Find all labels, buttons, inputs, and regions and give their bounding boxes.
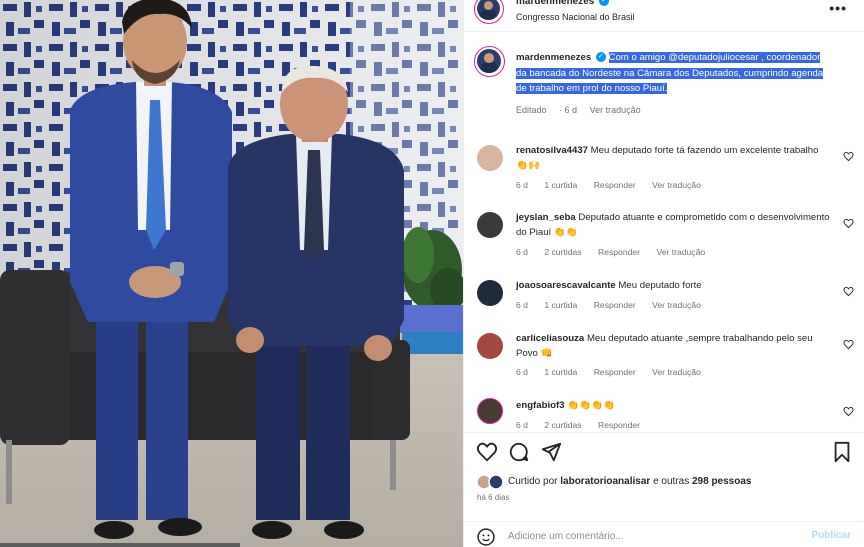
more-options-button[interactable]: ••• bbox=[829, 0, 847, 16]
heart-icon[interactable] bbox=[843, 406, 854, 417]
heart-icon[interactable] bbox=[843, 151, 854, 162]
reply-button[interactable]: Responder bbox=[598, 420, 640, 430]
comment-icon[interactable] bbox=[508, 441, 530, 463]
comment-body: Meu deputado forte bbox=[618, 280, 702, 291]
likes-count[interactable]: 298 pessoas bbox=[692, 476, 752, 487]
likers-avatars[interactable] bbox=[476, 474, 506, 490]
comment-like-count[interactable]: 1 curtida bbox=[544, 300, 577, 310]
comment-text: carliceliasouza Meu deputado atuante ,se… bbox=[516, 331, 831, 361]
emoji-icon[interactable] bbox=[476, 527, 496, 547]
commenter-username[interactable]: jeyslan_seba bbox=[516, 212, 576, 223]
bookmark-icon[interactable] bbox=[831, 441, 853, 463]
caption-edited: Editado · 6 d bbox=[516, 104, 578, 115]
likes-summary[interactable]: Curtido por laboratorioanalisar e outras… bbox=[508, 476, 751, 487]
reply-button[interactable]: Responder bbox=[594, 367, 636, 377]
verified-badge-icon: ✓ bbox=[595, 52, 606, 63]
verified-badge-icon: ✓ bbox=[599, 0, 610, 7]
caption-username[interactable]: mardenmenezes bbox=[516, 52, 591, 63]
reply-button[interactable]: Responder bbox=[598, 247, 640, 257]
commenter-username[interactable]: engfabiof3 bbox=[516, 400, 565, 411]
commenter-avatar[interactable] bbox=[477, 333, 503, 359]
comment-meta: 6 d 2 curtidas Responder bbox=[516, 420, 654, 430]
comment-age: 6 d bbox=[516, 420, 528, 430]
commenter-username[interactable]: carliceliasouza bbox=[516, 333, 584, 344]
publish-button[interactable]: Publicar bbox=[812, 530, 851, 541]
commenter-avatar[interactable] bbox=[477, 398, 503, 424]
like-heart-icon[interactable] bbox=[476, 441, 498, 463]
comment-age: 6 d bbox=[516, 247, 528, 257]
post-header: mardenmenezes ✓ Congresso Nacional do Br… bbox=[464, 0, 864, 32]
commenter-avatar[interactable] bbox=[477, 280, 503, 306]
author-avatar[interactable] bbox=[474, 0, 504, 24]
comment-age: 6 d bbox=[516, 180, 528, 190]
comment-like-count[interactable]: 1 curtida bbox=[544, 367, 577, 377]
post-panel: mardenmenezes ✓ Congresso Nacional do Br… bbox=[463, 0, 864, 547]
caption-text-block: mardenmenezes ✓ Com o amigo @deputadojul… bbox=[516, 50, 831, 118]
comment-text: renatosilva4437 Meu deputado forte tá fa… bbox=[516, 143, 831, 173]
comment-text: joaosoarescavalcante Meu deputado forte bbox=[516, 278, 831, 293]
comment-like-count[interactable]: 2 curtidas bbox=[544, 420, 581, 430]
reply-button[interactable]: Responder bbox=[594, 180, 636, 190]
translate-link[interactable]: Ver tradução bbox=[652, 300, 701, 310]
comment-like-count[interactable]: 1 curtida bbox=[544, 180, 577, 190]
post-date: há 6 dias bbox=[477, 493, 510, 502]
post-location[interactable]: Congresso Nacional do Brasil bbox=[516, 12, 635, 22]
comment-input[interactable] bbox=[508, 525, 788, 547]
author-username[interactable]: mardenmenezes ✓ bbox=[516, 0, 610, 7]
commenter-avatar[interactable] bbox=[477, 145, 503, 171]
comment-age: 6 d bbox=[516, 367, 528, 377]
comment-meta: 6 d 1 curtida Responder Ver tradução bbox=[516, 367, 715, 377]
comment-text: engfabiof3 👏👏👏👏 bbox=[516, 398, 831, 413]
heart-icon[interactable] bbox=[843, 286, 854, 297]
comment-age: 6 d bbox=[516, 300, 528, 310]
caption-avatar[interactable] bbox=[474, 46, 505, 77]
heart-icon[interactable] bbox=[843, 218, 854, 229]
commenter-username[interactable]: renatosilva4437 bbox=[516, 145, 588, 156]
add-comment-bar: Publicar bbox=[464, 521, 864, 547]
caption-meta: Editado · 6 d Ver tradução bbox=[516, 103, 831, 119]
comment-meta: 6 d 2 curtidas Responder Ver tradução bbox=[516, 247, 719, 257]
share-icon[interactable] bbox=[540, 441, 562, 463]
post-actions: Curtido por laboratorioanalisar e outras… bbox=[464, 432, 864, 547]
comment-meta: 6 d 1 curtida Responder Ver tradução bbox=[516, 180, 715, 190]
liker-username[interactable]: laboratorioanalisar bbox=[560, 476, 650, 487]
translate-link[interactable]: Ver tradução bbox=[656, 247, 705, 257]
author-username-text[interactable]: mardenmenezes bbox=[516, 0, 594, 7]
reply-button[interactable]: Responder bbox=[594, 300, 636, 310]
commenter-username[interactable]: joaosoarescavalcante bbox=[516, 280, 616, 291]
post-photo[interactable] bbox=[0, 0, 463, 547]
comment-meta: 6 d 1 curtida Responder Ver tradução bbox=[516, 300, 715, 310]
comment-like-count[interactable]: 2 curtidas bbox=[544, 247, 581, 257]
heart-icon[interactable] bbox=[843, 339, 854, 350]
translate-link[interactable]: Ver tradução bbox=[652, 367, 701, 377]
comment-body: 👏👏👏👏 bbox=[567, 400, 615, 411]
commenter-avatar[interactable] bbox=[477, 212, 503, 238]
post-photo-illustration bbox=[0, 0, 463, 547]
caption-translate-link[interactable]: Ver tradução bbox=[590, 105, 641, 115]
comment-text: jeyslan_seba Deputado atuante e comprome… bbox=[516, 210, 831, 240]
translate-link[interactable]: Ver tradução bbox=[652, 180, 701, 190]
